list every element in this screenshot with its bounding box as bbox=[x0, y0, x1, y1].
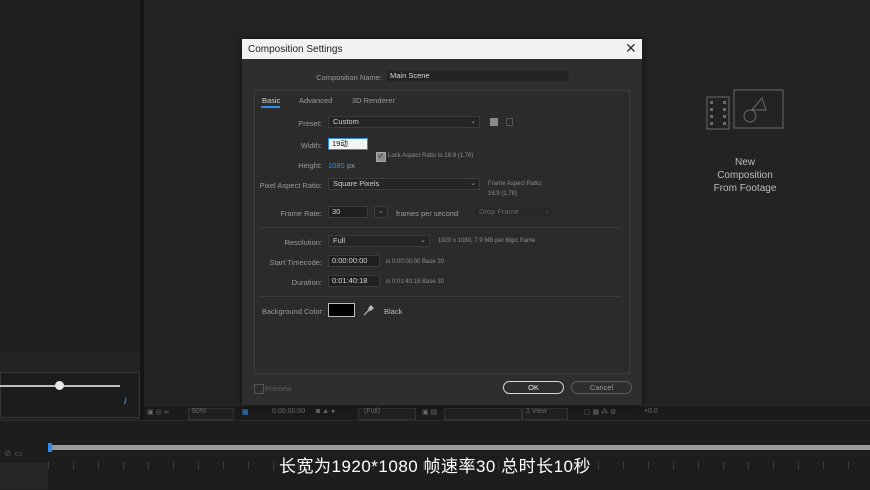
duration-input[interactable]: 0:01:40:18 bbox=[328, 275, 380, 287]
project-panel bbox=[0, 0, 141, 352]
frame-rate-input[interactable]: 30 bbox=[328, 206, 368, 218]
chevron-down-icon: ⌄ bbox=[470, 118, 476, 125]
pixel-aspect-ratio-dropdown[interactable]: Square Pixels ⌄ bbox=[328, 178, 480, 190]
viewer-toolbar: ▣ ◎ ∞ 50% ▦ 0:00:00:00 ◙ ▲ ● (Full) ▣ ▤ … bbox=[144, 405, 870, 421]
info-icon[interactable]: i bbox=[124, 396, 127, 406]
divider bbox=[258, 227, 622, 228]
preset-value: Custom bbox=[333, 117, 359, 126]
divider bbox=[258, 296, 622, 297]
playhead[interactable] bbox=[48, 443, 52, 452]
frame-rate-label: Frame Rate: bbox=[280, 209, 322, 218]
resolution-info: 1920 x 1080, 7.9 MB per 8bpc frame bbox=[438, 238, 536, 244]
chevron-down-icon: ⌄ bbox=[544, 208, 550, 215]
frame-rate-unit: frames per second bbox=[396, 209, 459, 218]
viewer-timecode[interactable]: 0:00:00:00 bbox=[272, 408, 305, 418]
duration-info: is 0:01:40:18 Base 30 bbox=[386, 279, 445, 285]
preset-label: Preset: bbox=[298, 119, 322, 128]
lock-aspect-checkbox[interactable]: ✓ bbox=[376, 152, 386, 162]
new-comp-from-footage-icon[interactable] bbox=[706, 89, 784, 131]
region-icon[interactable]: ▦ bbox=[242, 408, 249, 418]
exposure-value[interactable]: +0.0 bbox=[644, 408, 658, 418]
start-timecode-info: is 0:00:00:00 Base 30 bbox=[386, 259, 445, 265]
work-area-bar[interactable] bbox=[48, 445, 870, 450]
tab-3d-renderer[interactable]: 3D Renderer bbox=[352, 96, 395, 105]
preview-checkbox[interactable] bbox=[254, 384, 264, 394]
pixel-aspect-ratio-label: Pixel Aspect Ratio: bbox=[259, 181, 322, 190]
project-panel-footer bbox=[0, 372, 140, 418]
width-label: Width: bbox=[300, 141, 322, 150]
chevron-down-icon: ⌄ bbox=[420, 237, 426, 244]
channel-icons[interactable]: ▢ ▦ ⁂ ⚙ bbox=[584, 408, 616, 418]
eyedropper-icon[interactable] bbox=[363, 305, 374, 316]
dialog-title: Composition Settings bbox=[248, 44, 343, 55]
toggle-icons[interactable]: ▣ ◎ ∞ bbox=[147, 408, 169, 418]
height-value[interactable]: 1080 bbox=[328, 161, 345, 170]
composition-name-label: Composition Name: bbox=[316, 73, 382, 82]
chevron-down-icon: ⌄ bbox=[470, 180, 476, 187]
grid-icon[interactable]: ▣ ▤ bbox=[422, 408, 437, 418]
height-label: Height: bbox=[298, 161, 322, 170]
width-input[interactable]: 19动 bbox=[328, 138, 368, 150]
preview-label[interactable]: Preview bbox=[265, 384, 292, 393]
zoom-value: 50% bbox=[192, 408, 207, 415]
new-comp-from-footage-label[interactable]: New Composition From Footage bbox=[700, 156, 790, 195]
composition-settings-dialog: Composition Settings ✕ Composition Name:… bbox=[242, 39, 642, 405]
active-tab-indicator bbox=[261, 106, 280, 108]
viewer-resolution: (Full) bbox=[364, 408, 380, 415]
resolution-dropdown[interactable]: Full ⌄ bbox=[328, 235, 430, 247]
background-color-swatch[interactable] bbox=[328, 303, 355, 317]
resolution-label: Resolution: bbox=[284, 238, 322, 247]
video-subtitle: 长宽为1920*1080 帧速率30 总时长10秒 bbox=[278, 457, 592, 476]
duration-label: Duration: bbox=[291, 278, 322, 287]
background-color-label: Background Color: bbox=[261, 307, 324, 316]
frame-aspect-ratio-value: 16:9 (1.78) bbox=[488, 191, 518, 197]
camera-dropdown[interactable] bbox=[444, 408, 522, 420]
tab-basic[interactable]: Basic bbox=[262, 96, 280, 105]
lock-aspect-label[interactable]: Lock Aspect Ratio to 16:9 (1.78) bbox=[388, 153, 473, 159]
resolution-value: Full bbox=[333, 236, 346, 245]
start-timecode-label: Start Timecode: bbox=[269, 258, 322, 267]
close-icon[interactable]: ✕ bbox=[625, 41, 637, 55]
tab-advanced[interactable]: Advanced bbox=[299, 96, 332, 105]
zoom-slider-handle[interactable] bbox=[55, 381, 64, 390]
start-timecode-input[interactable]: 0:00:00:00 bbox=[328, 255, 380, 267]
composition-name-input[interactable]: Main Scene bbox=[386, 70, 569, 82]
settings-panel bbox=[254, 90, 630, 374]
ok-button[interactable]: OK bbox=[503, 381, 564, 394]
chevron-down-icon: ⌄ bbox=[378, 208, 384, 215]
delete-preset-icon[interactable] bbox=[506, 118, 513, 126]
drop-frame-value: Drop Frame bbox=[479, 207, 520, 216]
dialog-titlebar[interactable]: Composition Settings ✕ bbox=[242, 39, 642, 59]
save-preset-icon[interactable] bbox=[490, 118, 498, 126]
snapshot-icon[interactable]: ◙ ▲ ● bbox=[316, 408, 335, 418]
frame-aspect-ratio-label: Frame Aspect Ratio: bbox=[488, 181, 543, 187]
pixel-aspect-ratio-value: Square Pixels bbox=[333, 179, 380, 188]
height-unit: px bbox=[347, 161, 355, 170]
frame-rate-dropdown[interactable]: ⌄ bbox=[374, 206, 388, 218]
preset-dropdown[interactable]: Custom ⌄ bbox=[328, 116, 480, 128]
drop-frame-dropdown[interactable]: Drop Frame ⌄ bbox=[474, 206, 554, 218]
background-color-name: Black bbox=[384, 307, 403, 316]
view-layout-value: 1 View bbox=[526, 408, 547, 415]
cancel-button[interactable]: Cancel bbox=[571, 381, 632, 394]
